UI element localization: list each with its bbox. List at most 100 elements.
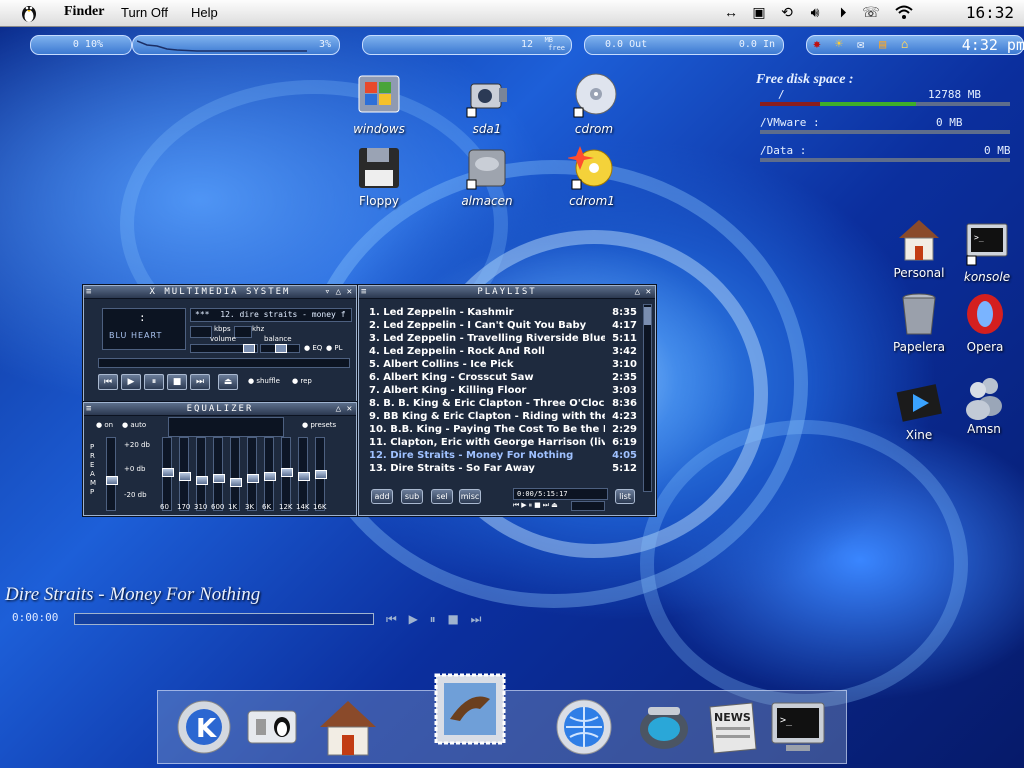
shuffle-toggle[interactable]: ● shuffle bbox=[248, 377, 280, 385]
eq-band-slider[interactable] bbox=[315, 437, 327, 511]
eq-on-toggle[interactable]: ● on bbox=[96, 421, 113, 429]
desktop-icon-sda1[interactable]: sda1 bbox=[444, 72, 530, 136]
playlist-titlebar[interactable]: PLAYLIST ≡ △ ✕ bbox=[359, 286, 655, 299]
playlist-item[interactable]: 11. Clapton, Eric with George Harrison (… bbox=[365, 436, 639, 449]
slider-knob[interactable] bbox=[179, 472, 191, 481]
now-playing-controls[interactable]: ⏮︎ ▶ ⏸︎ ■ ⏭︎ bbox=[386, 612, 485, 627]
eq-band-slider[interactable] bbox=[281, 437, 293, 511]
chat-icon[interactable]: ✉ bbox=[857, 37, 864, 51]
playlist-scrollbar[interactable] bbox=[643, 304, 652, 492]
playlist-item[interactable]: 10. B.B. King - Paying The Cost To Be th… bbox=[365, 423, 639, 436]
repeat-toggle[interactable]: ● rep bbox=[292, 377, 312, 385]
xmms-titlebar[interactable]: X MULTIMEDIA SYSTEM ≡ ▿ △ ✕ bbox=[84, 286, 356, 299]
news-icon[interactable]: NEWS bbox=[702, 697, 762, 757]
eq-band-slider[interactable] bbox=[213, 437, 225, 511]
sub-button[interactable]: sub bbox=[401, 489, 423, 504]
tux-switch-icon[interactable] bbox=[242, 697, 302, 757]
slider-knob[interactable] bbox=[315, 470, 327, 479]
playlist-item[interactable]: 4. Led Zeppelin - Rock And Roll 3:42 bbox=[365, 345, 639, 358]
window-shade-icon[interactable]: ▿ bbox=[325, 286, 332, 298]
desktop-icon-amsn[interactable]: Amsn bbox=[941, 372, 1024, 436]
window-minimize-icon[interactable]: △ bbox=[336, 286, 343, 298]
folder-icon[interactable]: ▤ bbox=[879, 37, 886, 51]
playlist-item[interactable]: 1. Led Zeppelin - Kashmir 8:35 bbox=[365, 306, 639, 319]
desktop-icon-opera[interactable]: Opera bbox=[942, 290, 1024, 354]
add-button[interactable]: add bbox=[371, 489, 393, 504]
list-button[interactable]: list bbox=[615, 489, 635, 504]
sync-icon[interactable]: ⟲ bbox=[778, 4, 796, 20]
phone-icon[interactable]: ☏ bbox=[862, 4, 880, 20]
konqueror-globe-icon[interactable] bbox=[554, 697, 614, 757]
kde-menu-icon[interactable]: K bbox=[174, 697, 234, 757]
eq-band-slider[interactable] bbox=[230, 437, 242, 511]
slider-knob[interactable] bbox=[264, 472, 276, 481]
eq-band-slider[interactable] bbox=[196, 437, 208, 511]
balance-slider[interactable] bbox=[260, 344, 300, 353]
playlist-item[interactable]: 3. Led Zeppelin - Travelling Riverside B… bbox=[365, 332, 639, 345]
slider-knob[interactable] bbox=[162, 468, 174, 477]
close-icon[interactable]: ✕ bbox=[347, 286, 354, 298]
preamp-slider[interactable] bbox=[106, 437, 118, 511]
close-icon[interactable]: ✕ bbox=[347, 403, 354, 415]
eq-band-slider[interactable] bbox=[298, 437, 310, 511]
eq-auto-toggle[interactable]: ● auto bbox=[122, 421, 146, 429]
eq-band-slider[interactable] bbox=[162, 437, 174, 511]
balance-knob[interactable] bbox=[275, 344, 287, 353]
eq-toggle[interactable]: ● EQ bbox=[304, 344, 322, 352]
stop-button[interactable]: ■ bbox=[167, 374, 187, 390]
mini-controls[interactable]: ⏮︎▶⏸︎■⏭︎⏏︎ bbox=[513, 501, 560, 510]
playlist-item[interactable]: 5. Albert Collins - Ice Pick 3:10 bbox=[365, 358, 639, 371]
playlist-item[interactable]: 7. Albert King - Killing Floor 3:03 bbox=[365, 384, 639, 397]
eq-band-slider[interactable] bbox=[179, 437, 191, 511]
now-playing-progress[interactable] bbox=[74, 613, 374, 625]
menubar-clock[interactable]: 16:32 bbox=[966, 3, 1014, 22]
playlist-item[interactable]: 8. B. B. King & Eric Clapton - Three O'C… bbox=[365, 397, 639, 410]
window-menu-icon[interactable]: ≡ bbox=[361, 286, 368, 298]
equalizer-titlebar[interactable]: EQUALIZER ≡ △ ✕ bbox=[84, 403, 356, 416]
desktop-icon-cdrom1[interactable]: cdrom1 bbox=[549, 144, 635, 208]
music-player-icon[interactable] bbox=[634, 697, 694, 757]
window-minimize-icon[interactable]: △ bbox=[336, 403, 343, 415]
presets-button[interactable]: ● presets bbox=[302, 421, 336, 429]
previous-button[interactable]: ⏮︎ bbox=[98, 374, 118, 390]
slider-knob[interactable] bbox=[213, 474, 225, 483]
misc-button[interactable]: misc bbox=[459, 489, 481, 504]
play-button[interactable]: ▶ bbox=[121, 374, 141, 390]
slider-knob[interactable] bbox=[230, 478, 242, 487]
terminal-icon[interactable]: >_ bbox=[768, 697, 828, 757]
window-minimize-icon[interactable]: △ bbox=[635, 286, 642, 298]
slider-knob[interactable] bbox=[281, 468, 293, 477]
network-arrows-icon[interactable]: ↔ bbox=[722, 4, 740, 20]
scrollbar-thumb[interactable] bbox=[644, 307, 651, 325]
window-menu-icon[interactable]: ≡ bbox=[86, 286, 93, 298]
desktop-icon-almacen[interactable]: almacen bbox=[444, 144, 530, 208]
slider-knob[interactable] bbox=[247, 474, 259, 483]
desktop-icon-windows[interactable]: windows bbox=[336, 72, 422, 136]
slider-knob[interactable] bbox=[298, 472, 310, 481]
tux-logo-icon[interactable] bbox=[20, 2, 38, 23]
playlist-item[interactable]: 6. Albert King - Crosscut Saw 2:35 bbox=[365, 371, 639, 384]
next-button[interactable]: ⏭︎ bbox=[190, 374, 210, 390]
volume-slider[interactable] bbox=[190, 344, 258, 353]
window-menu-icon[interactable]: ≡ bbox=[86, 403, 93, 415]
menu-help[interactable]: Help bbox=[191, 5, 218, 20]
playlist-item[interactable]: 9. BB King & Eric Clapton - Riding with … bbox=[365, 410, 639, 423]
slider-knob[interactable] bbox=[196, 476, 208, 485]
volume-knob[interactable] bbox=[243, 344, 255, 353]
playlist-item[interactable]: 2. Led Zeppelin - I Can't Quit You Baby 4… bbox=[365, 319, 639, 332]
seek-bar[interactable] bbox=[98, 358, 350, 368]
desktop-icon-cdrom[interactable]: cdrom bbox=[551, 72, 637, 136]
pause-button[interactable]: ⏸︎ bbox=[144, 374, 164, 390]
sel-button[interactable]: sel bbox=[431, 489, 453, 504]
desktop-icon-konsole[interactable]: >_ konsole bbox=[944, 220, 1024, 284]
home-small-icon[interactable]: ⌂ bbox=[901, 37, 908, 51]
mail-stamp-icon[interactable] bbox=[430, 669, 510, 749]
menu-turn-off[interactable]: Turn Off bbox=[121, 5, 168, 20]
playlist-item[interactable]: 13. Dire Straits - So Far Away 5:12 bbox=[365, 462, 639, 475]
eq-band-slider[interactable] bbox=[264, 437, 276, 511]
slider-knob[interactable] bbox=[106, 476, 118, 485]
kde-gear-icon[interactable]: ✸ bbox=[813, 37, 821, 52]
pl-toggle[interactable]: ● PL bbox=[326, 344, 342, 352]
playlist-item[interactable]: 12. Dire Straits - Money For Nothing 4:05 bbox=[365, 449, 639, 462]
wifi-icon[interactable] bbox=[894, 4, 913, 20]
